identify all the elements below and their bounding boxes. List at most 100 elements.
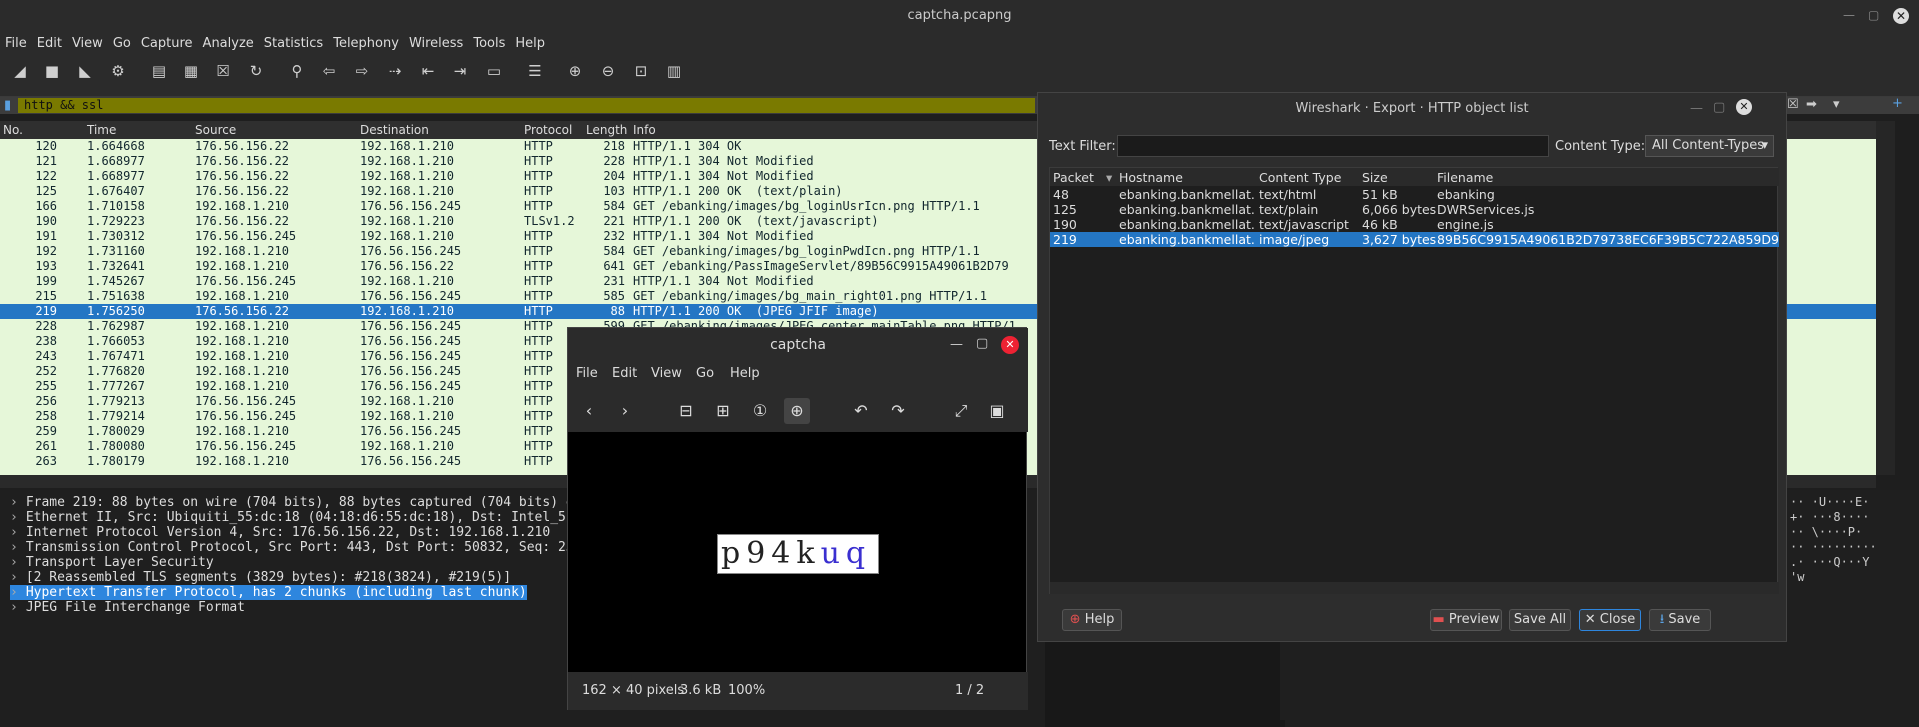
open-file-icon[interactable]: ▤ — [148, 60, 170, 82]
add-filter-icon[interactable]: + — [1892, 96, 1903, 111]
col-info[interactable]: Info — [633, 123, 656, 137]
save-button[interactable]: ⭳ Save — [1649, 609, 1711, 631]
expand-icon[interactable]: › — [10, 525, 18, 540]
col-filename[interactable]: Filename — [1437, 170, 1493, 185]
dialog-maximize-icon[interactable]: ▢ — [1713, 100, 1725, 115]
rotate-left-icon[interactable]: ↶ — [848, 398, 874, 424]
dialog-minimize-icon[interactable]: — — [1690, 101, 1703, 116]
viewer-menu-edit[interactable]: Edit — [612, 366, 637, 381]
display-filter-input[interactable]: http && ssl — [18, 98, 1035, 113]
viewer-menu-go[interactable]: Go — [696, 366, 714, 381]
rotate-right-icon[interactable]: ↷ — [885, 398, 911, 424]
recent-filters-icon[interactable]: ▾ — [1833, 97, 1840, 112]
normal-size-icon[interactable]: ⊡ — [630, 60, 652, 82]
menu-edit[interactable]: Edit — [32, 33, 67, 55]
close-file-icon[interactable]: ☒ — [212, 60, 234, 82]
col-hostname[interactable]: Hostname — [1119, 170, 1183, 185]
col-source[interactable]: Source — [195, 123, 236, 137]
detail-tree-item[interactable]: › Transmission Control Protocol, Src Port… — [10, 540, 574, 555]
apply-filter-icon[interactable]: ➡ — [1806, 97, 1817, 112]
find-packet-icon[interactable]: ⚲ — [286, 60, 308, 82]
menu-analyze[interactable]: Analyze — [198, 33, 259, 55]
autoscroll-icon[interactable]: ▭ — [483, 60, 505, 82]
col-size[interactable]: Size — [1362, 170, 1388, 185]
close-button[interactable]: ✕ Close — [1579, 609, 1641, 631]
viewer-maximize-icon[interactable]: ▢ — [976, 336, 988, 351]
table-hscrollbar[interactable] — [1050, 582, 1779, 594]
expand-icon[interactable]: › — [10, 600, 18, 615]
list-item[interactable]: 219 ebanking.bankmellat.ir image/jpeg 3,627… — [1050, 232, 1779, 247]
capture-options-icon[interactable]: ⚙ — [107, 60, 129, 82]
bookmark-icon[interactable]: ▮ — [4, 98, 11, 113]
menu-telephony[interactable]: Telephony — [328, 33, 404, 55]
col-destination[interactable]: Destination — [360, 123, 429, 137]
expand-icon[interactable]: › — [10, 555, 18, 570]
colorize-icon[interactable]: ☰ — [524, 60, 546, 82]
zoom-in-icon[interactable]: ⊕ — [564, 60, 586, 82]
save-file-icon[interactable]: ▦ — [180, 60, 202, 82]
go-to-packet-icon[interactable]: ⇢ — [384, 60, 406, 82]
detail-tree-item[interactable]: › [2 Reassembled TLS segments (3829 bytes… — [10, 570, 511, 585]
detail-tree-item[interactable]: › Internet Protocol Version 4, Src: 176.5… — [10, 525, 550, 540]
viewer-menu-view[interactable]: View — [651, 366, 682, 381]
detail-tree-item[interactable]: › Hypertext Transfer Protocol, has 2 chun… — [10, 585, 527, 600]
save-all-button[interactable]: Save All — [1509, 609, 1571, 631]
zoom-out-icon[interactable]: ⊟ — [673, 398, 699, 424]
zoom-in-icon[interactable]: ⊞ — [710, 398, 736, 424]
restart-capture-icon[interactable]: ◣ — [74, 60, 96, 82]
reload-icon[interactable]: ↻ — [245, 60, 267, 82]
detail-tree-item[interactable]: › Ethernet II, Src: Ubiquiti_55:dc:18 (04… — [10, 510, 574, 525]
fit-to-window-icon[interactable]: ⊕ — [784, 398, 810, 424]
last-packet-icon[interactable]: ⇥ — [449, 60, 471, 82]
viewer-menu-help[interactable]: Help — [730, 366, 760, 381]
first-packet-icon[interactable]: ⇤ — [417, 60, 439, 82]
start-capture-icon[interactable]: ◢ — [9, 60, 31, 82]
expand-icon[interactable]: › — [10, 585, 18, 600]
detail-tree-item[interactable]: › Transport Layer Security — [10, 555, 214, 570]
menu-view[interactable]: View — [67, 33, 108, 55]
col-protocol[interactable]: Protocol — [524, 123, 572, 137]
content-type-select[interactable]: All Content-Types ▾ — [1645, 135, 1774, 157]
original-size-icon[interactable]: ① — [747, 398, 773, 424]
list-item[interactable]: 48 ebanking.bankmellat.ir text/html 51 kB eb… — [1050, 187, 1779, 202]
go-back-icon[interactable]: ⇦ — [318, 60, 340, 82]
list-item[interactable]: 125 ebanking.bankmellat.ir text/plain 6,066… — [1050, 202, 1779, 217]
next-image-icon[interactable]: › — [612, 398, 638, 424]
slideshow-icon[interactable]: ▣ — [984, 398, 1010, 424]
menu-wireless[interactable]: Wireless — [404, 33, 468, 55]
dialog-close-icon[interactable]: ✕ — [1736, 99, 1752, 115]
col-no[interactable]: No. — [3, 123, 23, 137]
zoom-out-icon[interactable]: ⊖ — [597, 60, 619, 82]
expand-icon[interactable]: › — [10, 495, 18, 510]
menu-go[interactable]: Go — [108, 33, 136, 55]
go-forward-icon[interactable]: ⇨ — [351, 60, 373, 82]
maximize-icon[interactable]: ▢ — [1868, 8, 1879, 22]
preview-button[interactable]: ▬ Preview — [1430, 609, 1502, 631]
expand-icon[interactable]: › — [10, 570, 18, 585]
clear-filter-icon[interactable]: ☒ — [1787, 97, 1799, 112]
fullscreen-icon[interactable]: ⤢ — [948, 398, 974, 424]
viewer-menu-file[interactable]: File — [576, 366, 598, 381]
close-icon[interactable]: ✕ — [1893, 8, 1909, 24]
list-item[interactable]: 190 ebanking.bankmellat.ir text/javascript… — [1050, 217, 1779, 232]
text-filter-input[interactable] — [1117, 135, 1549, 157]
detail-tree-item[interactable]: › JPEG File Interchange Format — [10, 600, 245, 615]
menu-capture[interactable]: Capture — [136, 33, 198, 55]
detail-tree-item[interactable]: › Frame 219: 88 bytes on wire (704 bits),… — [10, 495, 574, 510]
col-time[interactable]: Time — [87, 123, 116, 137]
minimize-icon[interactable]: — — [1843, 8, 1855, 22]
viewer-minimize-icon[interactable]: — — [950, 337, 963, 352]
stop-capture-icon[interactable]: ■ — [41, 60, 63, 82]
menu-help[interactable]: Help — [510, 33, 550, 55]
help-button[interactable]: ⊕ Help — [1062, 609, 1122, 631]
expand-icon[interactable]: › — [10, 510, 18, 525]
viewer-close-icon[interactable]: ✕ — [1001, 336, 1019, 354]
menu-tools[interactable]: Tools — [468, 33, 510, 55]
menu-statistics[interactable]: Statistics — [259, 33, 328, 55]
menu-file[interactable]: File — [0, 33, 32, 55]
packet-list-scrollbar[interactable] — [1876, 121, 1895, 475]
resize-columns-icon[interactable]: ▥ — [663, 60, 685, 82]
prev-image-icon[interactable]: ‹ — [576, 398, 602, 424]
expand-icon[interactable]: › — [10, 540, 18, 555]
col-packet[interactable]: Packet — [1053, 170, 1094, 185]
